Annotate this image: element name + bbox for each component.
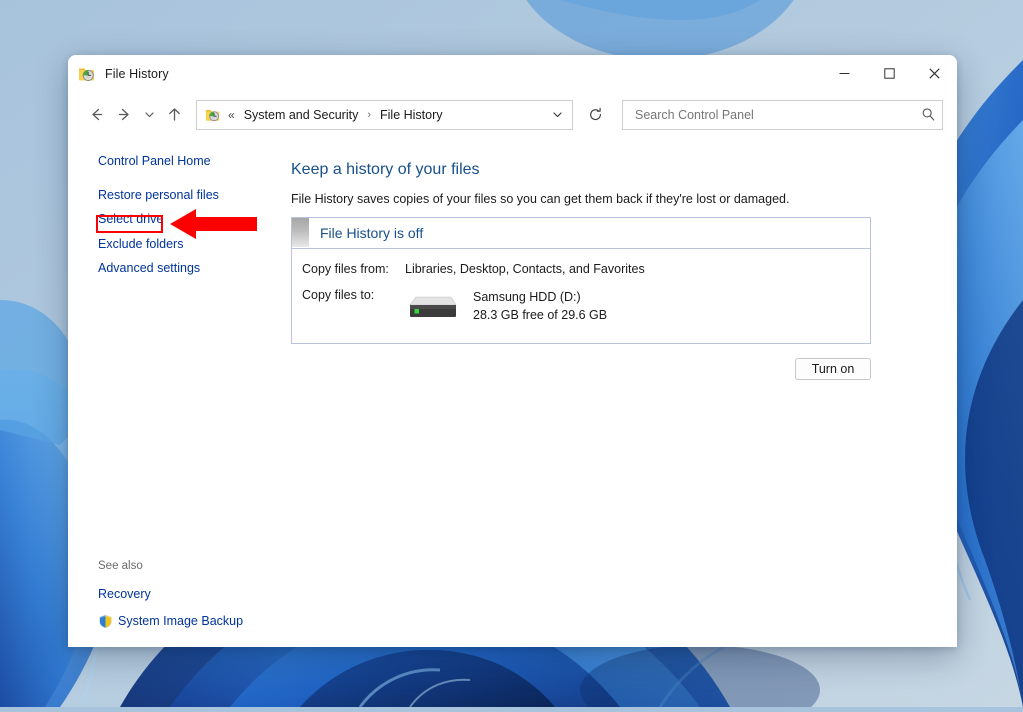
sidebar-item-exclude-folders[interactable]: Exclude folders <box>98 237 183 251</box>
breadcrumb-separator-icon: › <box>367 108 371 121</box>
see-also-item-recovery[interactable]: Recovery <box>98 587 151 601</box>
sidebar-item-control-panel-home[interactable]: Control Panel Home <box>98 155 211 168</box>
sidebar-item-advanced-settings[interactable]: Advanced settings <box>98 262 200 275</box>
page-description: File History saves copies of your files … <box>291 192 790 206</box>
search-icon[interactable] <box>921 107 936 122</box>
back-button[interactable] <box>82 101 110 129</box>
copy-files-from-label: Copy files from: <box>302 261 389 276</box>
copy-files-from-row: Copy files from: Libraries, Desktop, Con… <box>302 261 870 276</box>
sidebar-item-select-drive[interactable]: Select drive <box>98 213 163 226</box>
close-button[interactable] <box>912 55 957 92</box>
action-row: Turn on <box>291 357 871 380</box>
see-also-item-recovery-row: Recovery <box>98 587 243 601</box>
search-box[interactable] <box>622 99 943 130</box>
see-also-section: See also Recovery System Image Backup <box>98 560 243 629</box>
drive-info: Samsung HDD (D:) 28.3 GB free of 29.6 GB <box>473 289 607 325</box>
sidebar-item-restore-personal-files[interactable]: Restore personal files <box>98 188 219 202</box>
window-title: File History <box>105 66 169 81</box>
navigation-bar: « System and Security › File History <box>68 92 957 137</box>
breadcrumb-system-and-security[interactable]: System and Security <box>241 106 362 124</box>
search-input[interactable] <box>633 106 921 123</box>
window-controls <box>822 55 957 92</box>
copy-files-from-value: Libraries, Desktop, Contacts, and Favori… <box>405 261 645 276</box>
see-also-item-system-image-backup-row: System Image Backup <box>98 614 243 629</box>
file-history-icon <box>78 65 96 83</box>
up-button[interactable] <box>160 101 188 129</box>
status-panel: File History is off Copy files from: Lib… <box>291 216 871 344</box>
file-history-window: File History « System and Security › Fil… <box>68 55 957 647</box>
shield-icon <box>98 614 113 629</box>
address-bar[interactable]: « System and Security › File History <box>196 99 573 130</box>
breadcrumb-overflow-icon[interactable]: « <box>228 109 235 121</box>
address-file-history-icon <box>205 107 221 123</box>
page-title: Keep a history of your files <box>291 161 480 178</box>
sidebar: Control Panel Home Restore personal file… <box>68 137 291 647</box>
forward-button[interactable] <box>110 101 138 129</box>
turn-on-button[interactable]: Turn on <box>795 357 871 380</box>
maximize-button[interactable] <box>867 55 912 92</box>
see-also-item-system-image-backup[interactable]: System Image Backup <box>118 615 243 628</box>
window-body: Control Panel Home Restore personal file… <box>68 137 957 647</box>
status-badge: File History is off <box>320 224 424 241</box>
main-content: ? Keep a history of your files File Hist… <box>291 137 957 647</box>
drive-capacity: 28.3 GB free of 29.6 GB <box>473 307 608 322</box>
recent-locations-button[interactable] <box>138 101 160 129</box>
title-bar: File History <box>68 55 957 92</box>
external-hard-drive-icon <box>409 294 457 320</box>
minimize-button[interactable] <box>822 55 867 92</box>
refresh-button[interactable] <box>579 99 611 131</box>
address-dropdown-icon[interactable] <box>544 101 570 129</box>
drive-name: Samsung HDD (D:) <box>473 290 581 304</box>
see-also-title: See also <box>98 560 143 572</box>
copy-files-to-row: Copy files to: Samsung HDD (D:) 28.3 GB … <box>302 289 870 325</box>
status-panel-body: Copy files from: Libraries, Desktop, Con… <box>292 249 870 343</box>
copy-files-to-label: Copy files to: <box>302 288 375 302</box>
status-indicator-swatch <box>292 218 309 247</box>
breadcrumb-file-history[interactable]: File History <box>377 106 446 124</box>
target-drive: Samsung HDD (D:) 28.3 GB free of 29.6 GB <box>405 289 607 325</box>
status-panel-header: File History is off <box>292 218 870 249</box>
